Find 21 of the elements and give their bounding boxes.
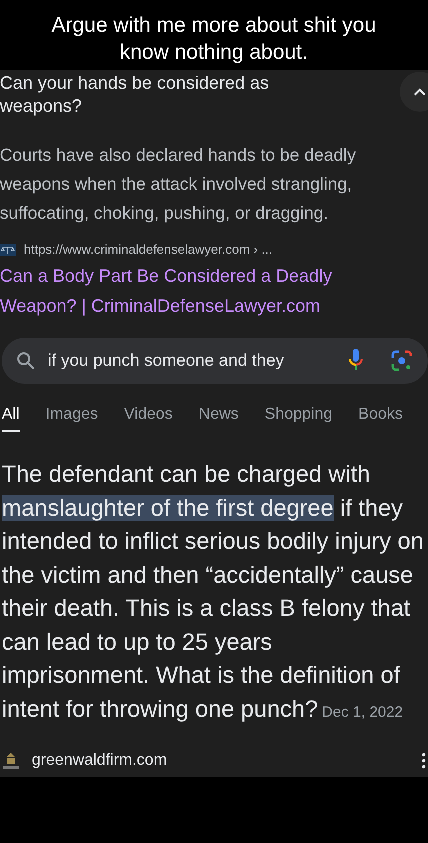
source-site[interactable]: greenwaldfirm.com — [32, 752, 410, 770]
result-url[interactable]: https://www.criminaldefenselawyer.com › ... — [24, 242, 273, 257]
chevron-icon — [413, 87, 427, 97]
meme-caption: Argue with me more about shit you know nothing about. — [50, 13, 378, 66]
search-tab[interactable]: Videos — [124, 402, 173, 432]
lens-icon[interactable] — [390, 349, 414, 373]
answer-text: The defendant can be charged with manslaughter of the first degree if they intended to inflict serious bodily injury on the victim and then “accidentally” cause their death. This is a class B felony that can lead to up to 25 years imprisonment. What is the definition of intent for throwing one punch? Dec 1, 2022 — [2, 460, 424, 724]
search-tab[interactable]: Images — [46, 402, 98, 432]
collapse-button[interactable] — [400, 72, 428, 112]
search-icon — [16, 351, 36, 371]
snippet-text: Courts have also declared hands to be deadly weapons when the attack involved strangling, suffocating, choking, pushing, or dragging. — [0, 144, 358, 225]
scales-icon — [0, 244, 16, 256]
search-tab[interactable]: Books — [358, 402, 403, 432]
search-tab[interactable]: Shopping — [264, 402, 333, 432]
search-tab[interactable]: News — [198, 402, 239, 432]
question-heading: Can your hands be considered as weapons? — [0, 72, 270, 118]
search-tab[interactable]: All — [2, 402, 20, 432]
search-field[interactable]: if you punch someone and they — [2, 338, 428, 384]
result-title-link[interactable]: Can a Body Part Be Considered a Deadly Weapon? | CriminalDefenseLawyer.com — [0, 261, 370, 321]
more-icon[interactable] — [422, 753, 426, 769]
building-icon — [2, 751, 20, 771]
